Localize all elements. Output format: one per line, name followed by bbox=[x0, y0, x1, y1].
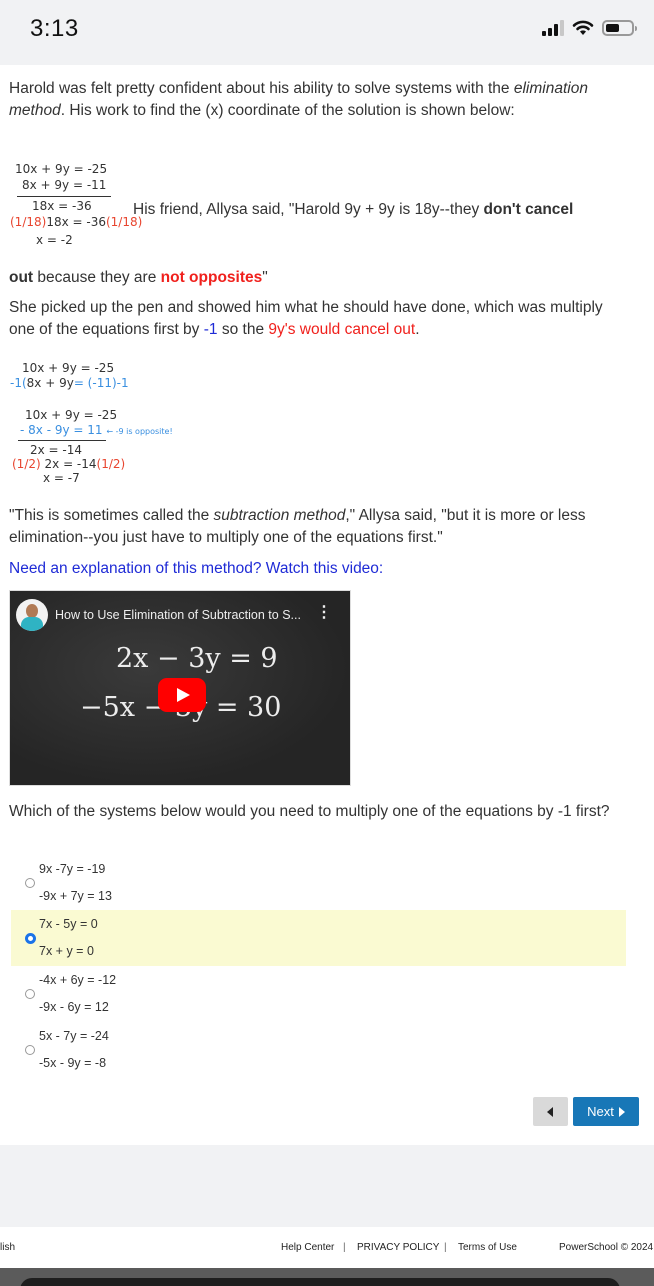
video-equation-1: 2x − 3y = 9 bbox=[116, 643, 278, 674]
pen-paragraph: She picked up the pen and showed him wha… bbox=[9, 297, 629, 341]
harold-line-4-mid: 18x = -36 bbox=[46, 215, 106, 229]
harold-line-3: 18x = -36 bbox=[32, 199, 92, 213]
status-time: 3:13 bbox=[30, 15, 79, 42]
intro-text-2: . His work to find the (x) coordinate of… bbox=[60, 102, 515, 119]
option-equation-2: -9x + 7y = 13 bbox=[39, 889, 112, 903]
option-equation-1: 9x -7y = -19 bbox=[39, 862, 106, 876]
copyright-text: PowerSchool © 2024 bbox=[559, 1242, 654, 1253]
harold-factor-left: (1/18) bbox=[10, 215, 47, 229]
subtraction-paragraph: "This is sometimes called the subtractio… bbox=[9, 505, 629, 549]
answer-option-3[interactable]: -4x + 6y = -12 -9x - 6y = 12 bbox=[11, 966, 626, 1022]
channel-avatar[interactable] bbox=[16, 599, 48, 631]
answer-option-1[interactable]: 9x -7y = -19 -9x + 7y = 13 bbox=[11, 855, 626, 911]
friend-quote-close: " bbox=[262, 269, 268, 286]
previous-button[interactable] bbox=[533, 1097, 568, 1126]
harold-line-2: 8x + 9y = -11 bbox=[22, 178, 107, 192]
negative-one-text: -1 bbox=[203, 321, 218, 338]
allysa-note: ← -9 is opposite! bbox=[106, 427, 173, 436]
option-equation-2: -9x - 6y = 12 bbox=[39, 1000, 109, 1014]
language-selector[interactable]: lish bbox=[0, 1242, 15, 1253]
question-text: Which of the systems below would you nee… bbox=[9, 803, 610, 820]
radio-button[interactable] bbox=[25, 989, 35, 999]
friend-quote-line1: His friend, Allysa said, "Harold 9y + 9y… bbox=[133, 199, 633, 221]
status-bar: 3:13 bbox=[0, 0, 654, 65]
allysa-factor-right: (1/2) bbox=[96, 457, 126, 471]
friend-quote-bold: don't cancel bbox=[483, 201, 574, 218]
allysa-line-1: 10x + 9y = -25 bbox=[22, 361, 115, 375]
allysa-line-6: (1/2) 2x = -14(1/2) bbox=[12, 457, 125, 472]
friend-quote-text-2: because they are bbox=[33, 269, 161, 286]
option-equation-1: -4x + 6y = -12 bbox=[39, 973, 117, 987]
subtraction-method-italic: subtraction method bbox=[213, 507, 346, 524]
answer-option-2[interactable]: 7x - 5y = 0 7x + y = 0 bbox=[11, 910, 626, 966]
allysa-line-2-mid: 8x + 9y bbox=[26, 376, 74, 390]
assignment-content: Harold was felt pretty confident about h… bbox=[0, 65, 654, 1145]
harold-line-4: (1/18)18x = -36(1/18) bbox=[10, 215, 142, 230]
intro-text: Harold was felt pretty confident about h… bbox=[9, 80, 514, 97]
footer-separator: | bbox=[343, 1242, 346, 1253]
allysa-line-2-suffix: = (-11)-1 bbox=[73, 376, 129, 390]
answer-option-4[interactable]: 5x - 7y = -24 -5x - 9y = -8 bbox=[11, 1022, 626, 1078]
cancel-out-text: 9y's would cancel out bbox=[268, 321, 416, 338]
battery-icon bbox=[602, 20, 637, 36]
browser-toolbar-area bbox=[0, 1268, 654, 1286]
cellular-signal-icon bbox=[542, 20, 564, 36]
next-label: Next bbox=[587, 1104, 614, 1119]
not-opposites-text: not opposites bbox=[160, 269, 263, 286]
more-vert-icon[interactable]: ⋮ bbox=[316, 605, 332, 621]
option-equation-2: 7x + y = 0 bbox=[39, 944, 94, 958]
allysa-sum-line bbox=[18, 440, 106, 441]
option-equation-1: 7x - 5y = 0 bbox=[39, 917, 98, 931]
address-bar[interactable] bbox=[20, 1278, 620, 1286]
pen-text-2: so the bbox=[217, 321, 269, 338]
footer: lish Help Center | PRIVACY POLICY | Term… bbox=[0, 1227, 654, 1269]
allysa-line-2-prefix: -1( bbox=[10, 376, 27, 390]
status-icons bbox=[542, 20, 637, 36]
harold-sum-line bbox=[17, 196, 111, 197]
next-button[interactable]: Next bbox=[573, 1097, 639, 1126]
friend-quote-line2: out because they are not opposites" bbox=[9, 267, 629, 289]
youtube-video-embed[interactable]: How to Use Elimination of Subtraction to… bbox=[9, 590, 351, 786]
intro-paragraph: Harold was felt pretty confident about h… bbox=[9, 78, 629, 122]
option-equation-2: -5x - 9y = -8 bbox=[39, 1056, 107, 1070]
allysa-line-3: 10x + 9y = -25 bbox=[25, 408, 118, 422]
video-link-text: Need an explanation of this method? Watc… bbox=[9, 560, 384, 577]
harold-line-5: x = -2 bbox=[36, 233, 73, 247]
subtraction-text: "This is sometimes called the bbox=[9, 507, 214, 524]
allysa-factor-left: (1/2) bbox=[12, 457, 41, 471]
allysa-line-4: - 8x - 9y = 11 ← -9 is opposite! bbox=[20, 423, 173, 439]
allysa-line-2: -1(8x + 9y= (-11)-1 bbox=[10, 376, 129, 391]
privacy-policy-link[interactable]: PRIVACY POLICY bbox=[357, 1242, 439, 1253]
harold-line-1: 10x + 9y = -25 bbox=[15, 162, 108, 176]
allysa-line-7: x = -7 bbox=[43, 471, 80, 485]
youtube-play-icon[interactable] bbox=[158, 678, 206, 712]
radio-button-selected[interactable] bbox=[25, 933, 36, 944]
wifi-icon bbox=[572, 20, 594, 35]
friend-quote-bold-out: out bbox=[9, 269, 34, 286]
page-spacer bbox=[0, 1145, 654, 1227]
allysa-line-4-eq: - 8x - 9y = 11 bbox=[20, 423, 103, 437]
option-equation-1: 5x - 7y = -24 bbox=[39, 1029, 109, 1043]
help-center-link[interactable]: Help Center bbox=[281, 1242, 334, 1253]
caret-right-icon bbox=[618, 1106, 625, 1117]
footer-separator: | bbox=[444, 1242, 447, 1253]
allysa-line-6-mid: 2x = -14 bbox=[44, 457, 97, 471]
friend-quote-text: His friend, Allysa said, "Harold 9y + 9y… bbox=[133, 201, 484, 218]
terms-of-use-link[interactable]: Terms of Use bbox=[458, 1242, 517, 1253]
video-title[interactable]: How to Use Elimination of Subtraction to… bbox=[55, 608, 301, 622]
radio-button[interactable] bbox=[25, 878, 35, 888]
radio-button[interactable] bbox=[25, 1045, 35, 1055]
pen-text-3: . bbox=[415, 321, 420, 338]
allysa-line-5: 2x = -14 bbox=[30, 443, 83, 457]
